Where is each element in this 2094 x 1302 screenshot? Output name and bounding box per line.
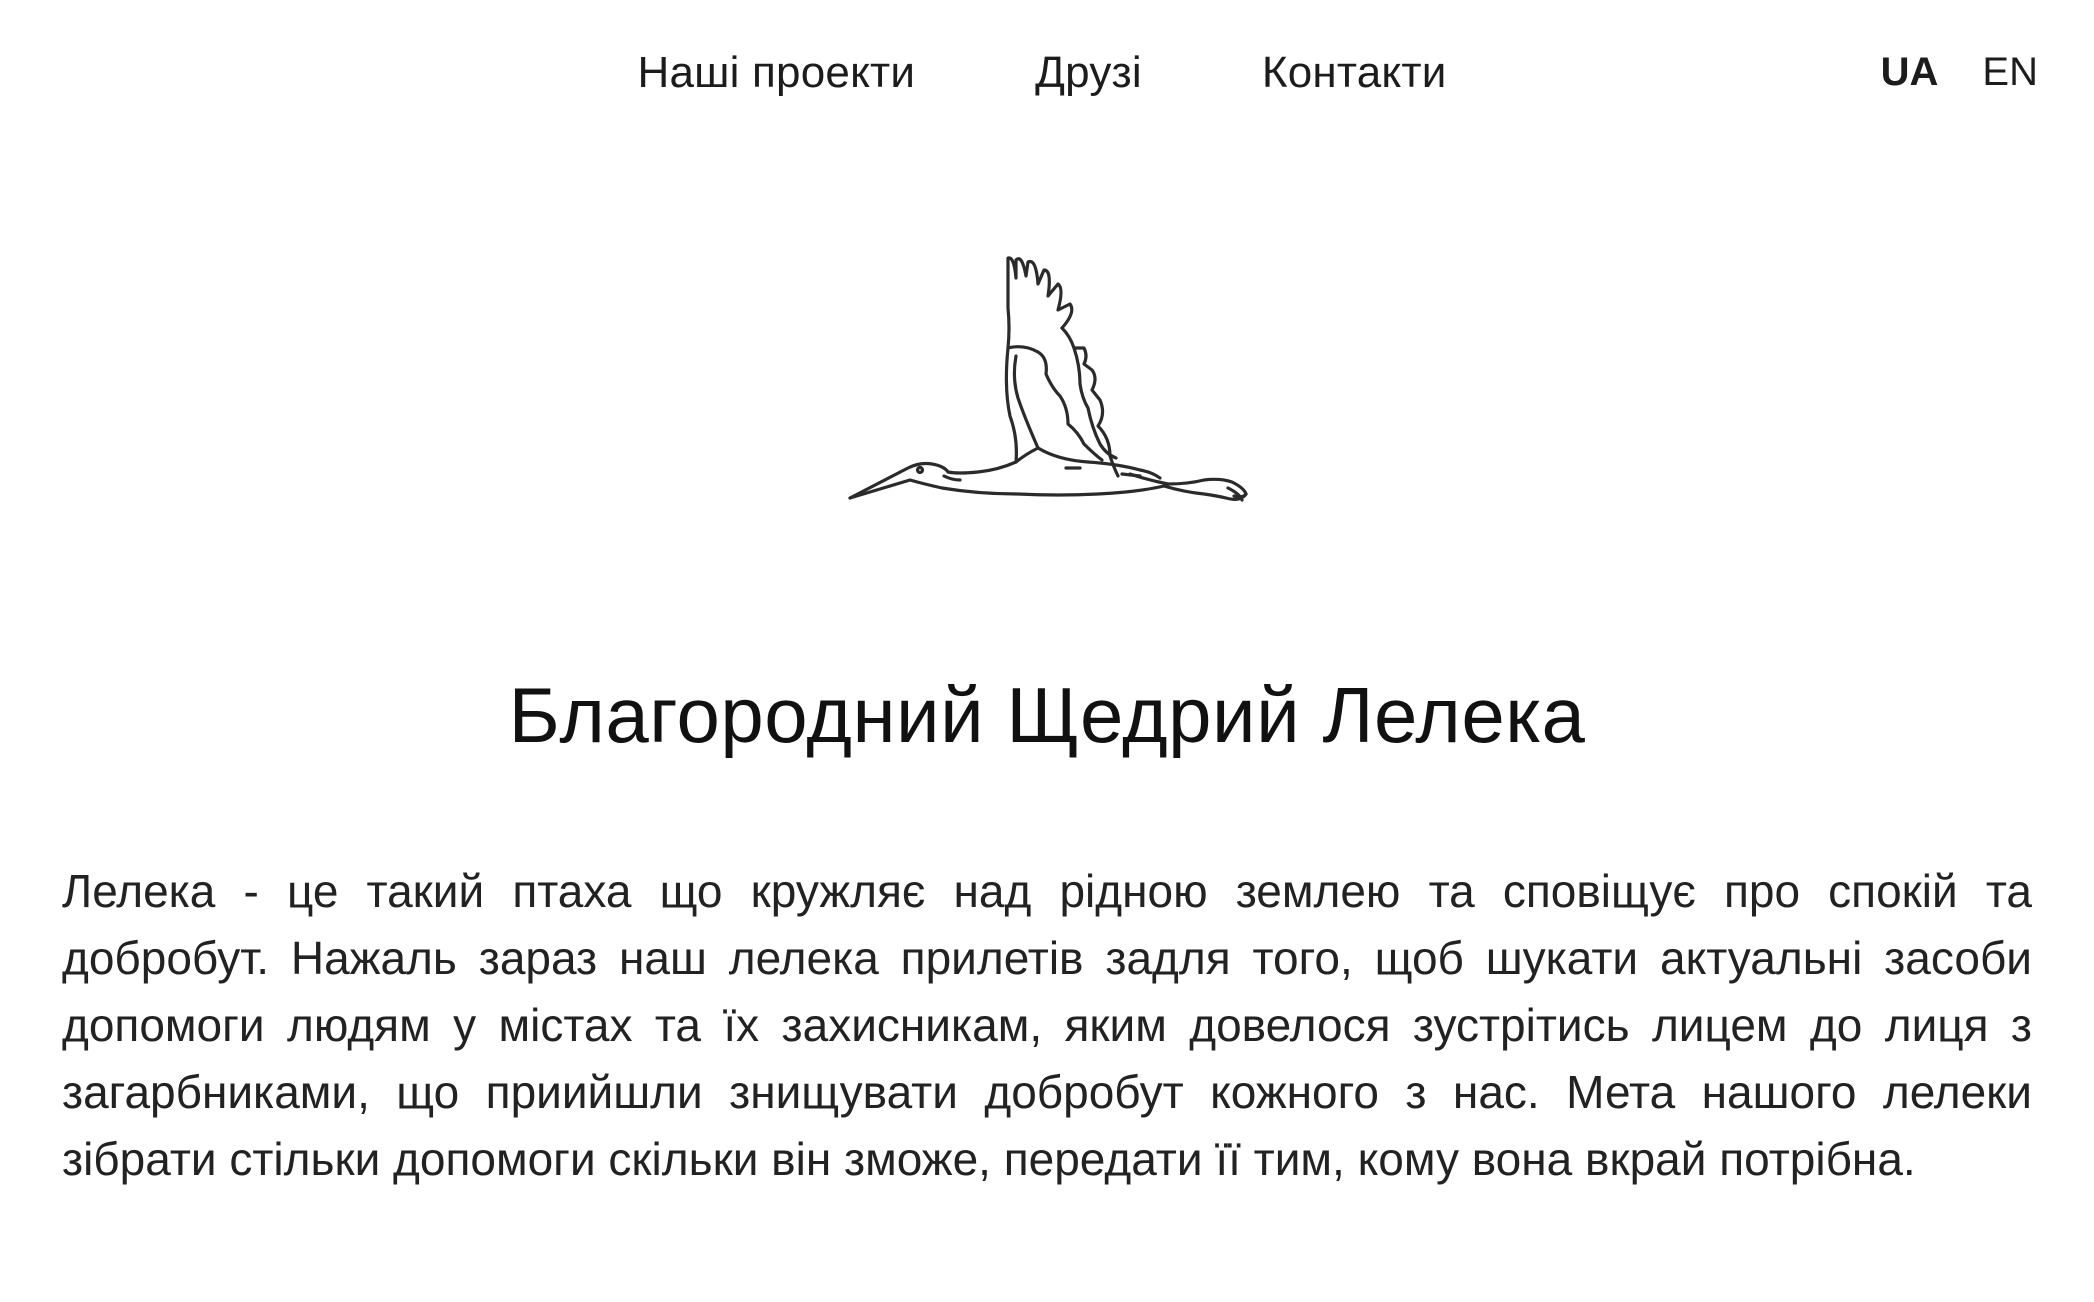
nav-link-contacts[interactable]: Контакти xyxy=(1262,48,1447,98)
lang-en-button[interactable]: EN xyxy=(1982,50,2038,95)
top-navigation: Наші проекти Друзі Контакти UA EN xyxy=(0,48,2094,108)
nav-link-projects[interactable]: Наші проекти xyxy=(637,48,915,98)
lang-ua-button[interactable]: UA xyxy=(1881,50,1939,95)
stork-icon xyxy=(848,248,1258,518)
language-switcher: UA EN xyxy=(1881,50,2038,95)
nav-link-friends[interactable]: Друзі xyxy=(1035,48,1142,98)
nav-links: Наші проекти Друзі Контакти xyxy=(0,48,2094,98)
page-title: Благородний Щедрий Лелека xyxy=(508,671,1586,759)
intro-paragraph: Лелека - це такий птаха що кружляє над р… xyxy=(62,865,2032,1185)
